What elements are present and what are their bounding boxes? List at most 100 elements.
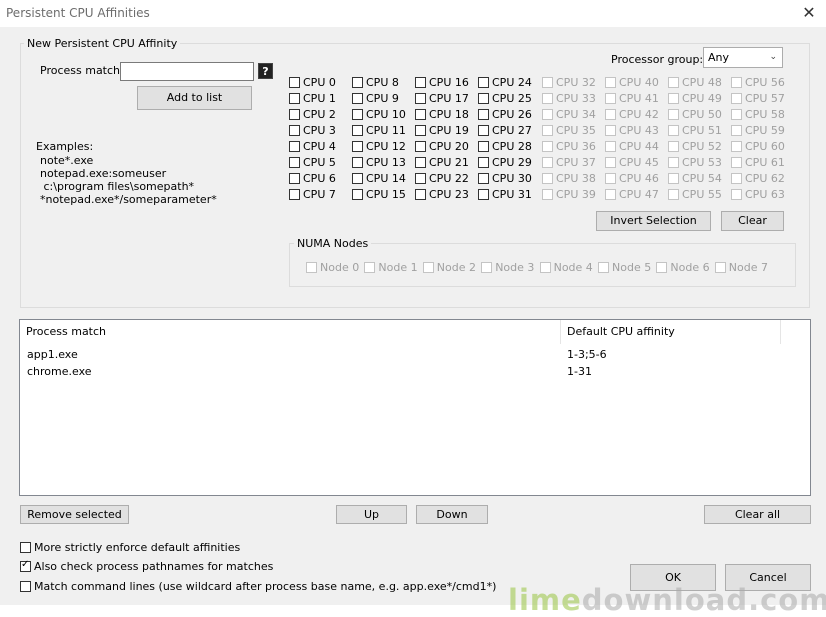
- processor-group-select[interactable]: Any ⌄: [703, 47, 783, 68]
- row-0-process[interactable]: app1.exe: [27, 348, 78, 361]
- cpu-checkbox[interactable]: CPU 27: [478, 124, 532, 137]
- checkbox-box[interactable]: [352, 77, 363, 88]
- up-button[interactable]: Up: [336, 505, 407, 524]
- option-strict-enforce[interactable]: More strictly enforce default affinities: [20, 541, 240, 554]
- checkbox-box[interactable]: [478, 125, 489, 136]
- cpu-label: CPU 53: [682, 156, 722, 169]
- cpu-checkbox[interactable]: CPU 8: [352, 76, 399, 89]
- checkbox-box[interactable]: [289, 157, 300, 168]
- row-0-affinity[interactable]: 1-3;5-6: [567, 348, 607, 361]
- cpu-checkbox[interactable]: CPU 31: [478, 188, 532, 201]
- checkbox-box[interactable]: [352, 157, 363, 168]
- cpu-checkbox[interactable]: CPU 19: [415, 124, 469, 137]
- checkbox-box[interactable]: [415, 157, 426, 168]
- numa-node-checkbox: Node 0: [306, 261, 359, 274]
- clear-button[interactable]: Clear: [721, 211, 784, 231]
- checkbox-box[interactable]: [352, 141, 363, 152]
- checkbox-box: [731, 77, 742, 88]
- cpu-checkbox[interactable]: CPU 17: [415, 92, 469, 105]
- checkbox-box[interactable]: [415, 93, 426, 104]
- option-2-checkbox[interactable]: [20, 581, 31, 592]
- checkbox-box[interactable]: [352, 93, 363, 104]
- checkbox-box[interactable]: [415, 77, 426, 88]
- checkbox-box[interactable]: [289, 173, 300, 184]
- cpu-checkbox[interactable]: CPU 1: [289, 92, 336, 105]
- cpu-checkbox[interactable]: CPU 12: [352, 140, 406, 153]
- down-button[interactable]: Down: [416, 505, 488, 524]
- cpu-checkbox[interactable]: CPU 29: [478, 156, 532, 169]
- checkbox-box[interactable]: [289, 109, 300, 120]
- checkbox-box[interactable]: [415, 109, 426, 120]
- cpu-checkbox: CPU 36: [542, 140, 596, 153]
- numa-node-label: Node 7: [728, 261, 769, 274]
- cpu-checkbox[interactable]: CPU 22: [415, 172, 469, 185]
- cpu-checkbox[interactable]: CPU 25: [478, 92, 532, 105]
- cpu-checkbox[interactable]: CPU 4: [289, 140, 336, 153]
- cpu-checkbox[interactable]: CPU 18: [415, 108, 469, 121]
- close-icon[interactable]: ✕: [800, 4, 818, 22]
- cpu-checkbox[interactable]: CPU 11: [352, 124, 406, 137]
- cpu-checkbox[interactable]: CPU 26: [478, 108, 532, 121]
- checkbox-box[interactable]: [478, 93, 489, 104]
- cpu-checkbox[interactable]: CPU 23: [415, 188, 469, 201]
- option-match-command-lines[interactable]: Match command lines (use wildcard after …: [20, 580, 496, 593]
- cpu-label: CPU 56: [745, 76, 785, 89]
- affinity-list[interactable]: Process match Default CPU affinity app1.…: [19, 319, 811, 496]
- new-affinity-legend: New Persistent CPU Affinity: [24, 37, 181, 50]
- cpu-checkbox[interactable]: CPU 9: [352, 92, 399, 105]
- checkbox-box[interactable]: [352, 125, 363, 136]
- cpu-checkbox[interactable]: CPU 30: [478, 172, 532, 185]
- option-0-checkbox[interactable]: [20, 542, 31, 553]
- checkbox-box[interactable]: [478, 189, 489, 200]
- checkbox-box[interactable]: [289, 141, 300, 152]
- cpu-label: CPU 7: [303, 188, 336, 201]
- cpu-checkbox[interactable]: CPU 10: [352, 108, 406, 121]
- cpu-checkbox[interactable]: CPU 20: [415, 140, 469, 153]
- checkbox-box[interactable]: [289, 189, 300, 200]
- cpu-checkbox[interactable]: CPU 7: [289, 188, 336, 201]
- cpu-checkbox: CPU 33: [542, 92, 596, 105]
- cpu-checkbox[interactable]: CPU 5: [289, 156, 336, 169]
- cpu-checkbox[interactable]: CPU 16: [415, 76, 469, 89]
- option-check-pathnames[interactable]: Also check process pathnames for matches: [20, 559, 273, 573]
- cpu-checkbox[interactable]: CPU 28: [478, 140, 532, 153]
- row-1-process[interactable]: chrome.exe: [27, 365, 92, 378]
- process-match-input[interactable]: [120, 62, 254, 81]
- checkbox-box[interactable]: [415, 141, 426, 152]
- cpu-checkbox[interactable]: CPU 13: [352, 156, 406, 169]
- checkbox-box[interactable]: [352, 173, 363, 184]
- remove-selected-button[interactable]: Remove selected: [20, 505, 129, 524]
- cpu-checkbox[interactable]: CPU 2: [289, 108, 336, 121]
- clear-all-button[interactable]: Clear all: [704, 505, 811, 524]
- checkbox-box[interactable]: [478, 141, 489, 152]
- checkbox-box[interactable]: [415, 189, 426, 200]
- cpu-checkbox[interactable]: CPU 24: [478, 76, 532, 89]
- cpu-checkbox[interactable]: CPU 14: [352, 172, 406, 185]
- checkbox-box[interactable]: [478, 157, 489, 168]
- checkbox-box[interactable]: [352, 109, 363, 120]
- checkbox-box[interactable]: [289, 125, 300, 136]
- checkbox-box[interactable]: [478, 173, 489, 184]
- help-icon[interactable]: ?: [258, 63, 273, 79]
- option-1-checkbox[interactable]: [20, 559, 31, 572]
- add-to-list-button[interactable]: Add to list: [137, 86, 252, 110]
- checkbox-box[interactable]: [352, 189, 363, 200]
- cpu-checkbox[interactable]: CPU 6: [289, 172, 336, 185]
- row-1-affinity[interactable]: 1-31: [567, 365, 592, 378]
- checkbox-box[interactable]: [289, 93, 300, 104]
- column-header-default-cpu-affinity[interactable]: Default CPU affinity: [561, 320, 781, 344]
- cpu-checkbox[interactable]: CPU 15: [352, 188, 406, 201]
- checkbox-box[interactable]: [478, 77, 489, 88]
- cpu-checkbox: CPU 40: [605, 76, 659, 89]
- checkbox-box: [714, 262, 726, 273]
- checkbox-box[interactable]: [415, 173, 426, 184]
- checkbox-box[interactable]: [415, 125, 426, 136]
- checkbox-box[interactable]: [478, 109, 489, 120]
- checkbox-box[interactable]: [289, 77, 300, 88]
- cpu-checkbox[interactable]: CPU 3: [289, 124, 336, 137]
- cpu-checkbox[interactable]: CPU 21: [415, 156, 469, 169]
- cpu-checkbox[interactable]: CPU 0: [289, 76, 336, 89]
- invert-selection-button[interactable]: Invert Selection: [596, 211, 711, 231]
- column-header-process-match[interactable]: Process match: [20, 320, 561, 344]
- numa-node-checkbox: Node 2: [422, 261, 476, 274]
